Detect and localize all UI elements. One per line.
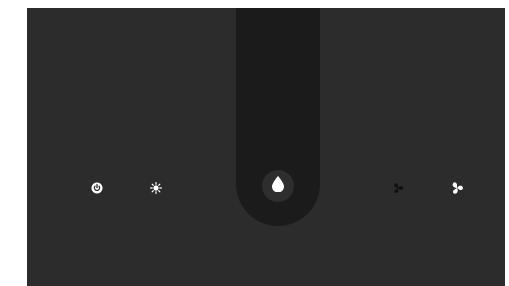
fan-low-button[interactable] <box>389 179 407 197</box>
fan-high-button[interactable] <box>448 179 466 197</box>
fan-low-icon <box>391 181 405 195</box>
power-icon <box>91 182 103 194</box>
brightness-button[interactable] <box>147 179 165 197</box>
brightness-icon <box>150 182 162 194</box>
control-panel <box>27 8 505 286</box>
fan-high-icon <box>449 180 465 196</box>
power-button[interactable] <box>88 179 106 197</box>
water-drop-icon <box>272 176 284 196</box>
humidity-button[interactable] <box>262 170 294 202</box>
